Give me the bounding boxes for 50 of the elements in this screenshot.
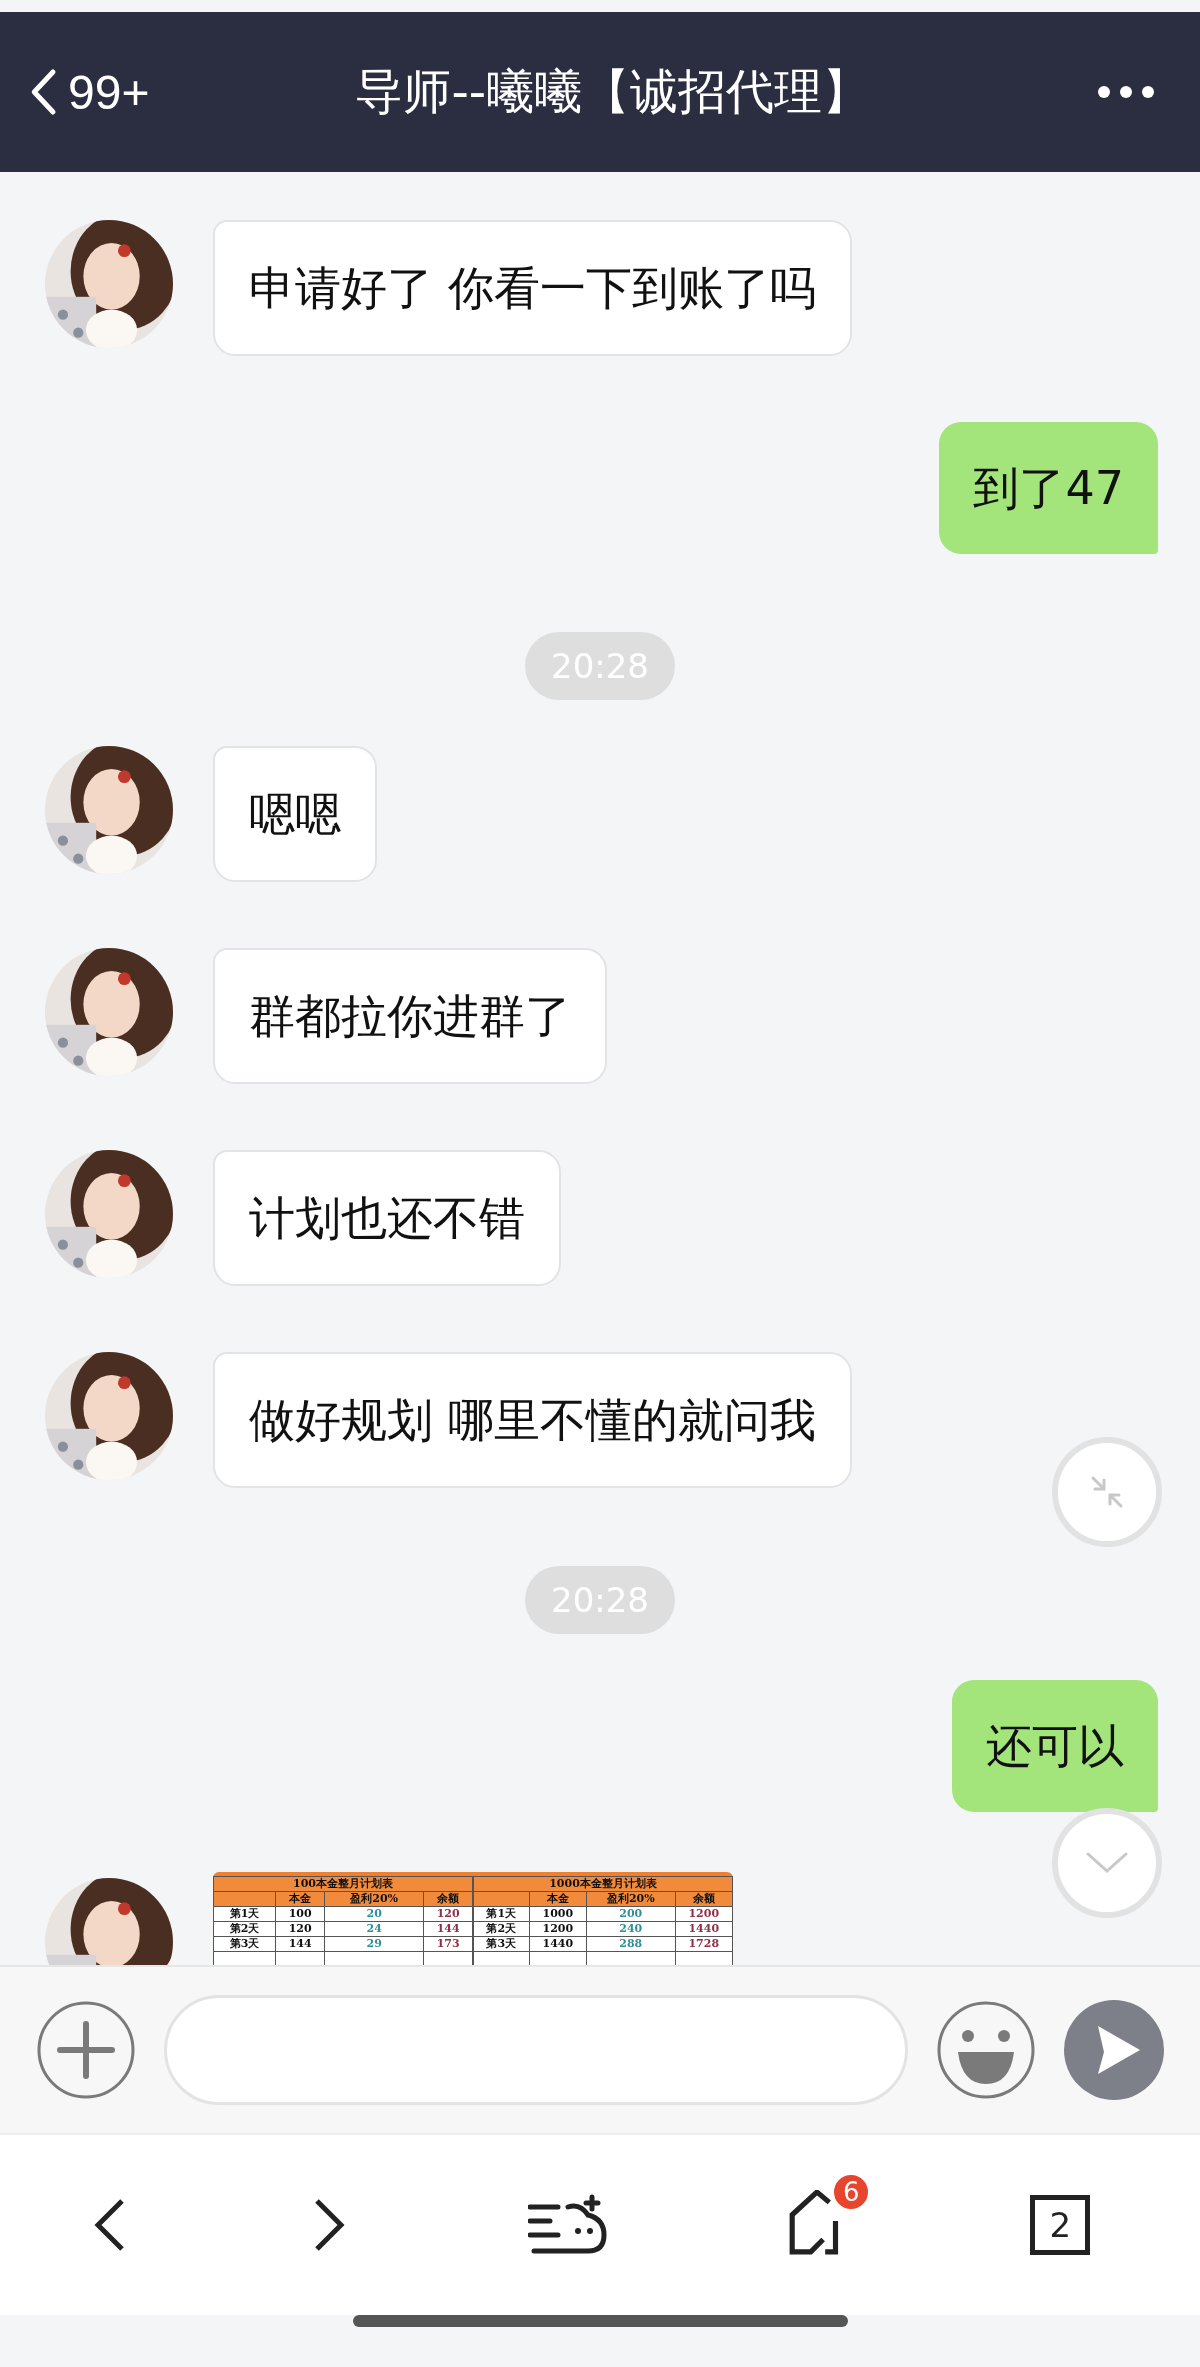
table-cell: 1440 bbox=[529, 1936, 587, 1952]
chevron-down-icon bbox=[1085, 1851, 1129, 1875]
table-cell: 120 bbox=[423, 1906, 473, 1922]
message-bubble: 还可以 bbox=[952, 1680, 1158, 1812]
column-header: 余额 bbox=[437, 1892, 460, 1905]
chat-title: 导师--曦曦【诚招代理】 bbox=[354, 62, 872, 121]
message-bubble: 计划也还不错 bbox=[213, 1150, 561, 1286]
table-cell: 144 bbox=[275, 1936, 325, 1952]
table-cell: 1200 bbox=[529, 1921, 587, 1937]
table-cell: 173 bbox=[423, 1936, 473, 1952]
table-cell: 144 bbox=[423, 1921, 473, 1937]
message-bubble: 申请好了 你看一下到账了吗 bbox=[213, 220, 852, 356]
table-cell: 第2天 bbox=[213, 1921, 276, 1937]
table-image[interactable]: 100本金整月计划表 本金 盈利20% 余额 第1天 100 20 120 第2天 120 24 144 第3天 144 29 173 1000本金整月计划表 本金 盈利20% 余额 第1天 1000 200 1200 第2天 1200 240 1440 第3天 1440 288 1728 bbox=[213, 1872, 733, 1965]
table-cell: 1200 bbox=[675, 1906, 733, 1922]
table-cell: 第1天 bbox=[473, 1906, 530, 1922]
table-title: 1000本金整月计划表 bbox=[473, 1876, 733, 1892]
message-bubble: 嗯嗯 bbox=[213, 746, 377, 882]
cloud-icon[interactable] bbox=[527, 2193, 608, 2257]
table-cell: 20 bbox=[324, 1906, 424, 1922]
table-cell: 1000 bbox=[529, 1906, 587, 1922]
table-cell: 第3天 bbox=[213, 1936, 276, 1952]
table-cell: 1728 bbox=[675, 1936, 733, 1952]
table-cell: 100 bbox=[275, 1906, 325, 1922]
column-header: 本金 bbox=[289, 1892, 312, 1905]
back-button[interactable]: 99+ bbox=[0, 64, 150, 120]
send-icon[interactable] bbox=[1064, 2000, 1164, 2100]
column-header: 盈利20% bbox=[350, 1892, 398, 1905]
table-cell: 29 bbox=[324, 1936, 424, 1952]
table-cell: 第3天 bbox=[473, 1936, 530, 1952]
table-cell: 240 bbox=[586, 1921, 676, 1937]
emoji-icon[interactable] bbox=[936, 2000, 1036, 2100]
unread-count: 99+ bbox=[68, 64, 150, 120]
add-icon[interactable] bbox=[36, 2000, 136, 2100]
table-cell: 1440 bbox=[675, 1921, 733, 1937]
message-bubble: 做好规划 哪里不懂的就问我 bbox=[213, 1352, 852, 1488]
column-header: 盈利20% bbox=[606, 1892, 655, 1905]
table-cell: 第2天 bbox=[473, 1921, 530, 1937]
column-header: 余额 bbox=[692, 1892, 715, 1905]
table-title: 100本金整月计划表 bbox=[213, 1876, 473, 1892]
column-header: 本金 bbox=[546, 1892, 569, 1905]
table-cell: 第1天 bbox=[213, 1906, 276, 1922]
message-bubble: 群都拉你进群了 bbox=[213, 948, 607, 1084]
table-cell: 288 bbox=[586, 1936, 676, 1952]
table-cell: 200 bbox=[586, 1906, 676, 1922]
table-cell: 24 bbox=[324, 1921, 424, 1937]
tabs-button[interactable]: 2 bbox=[1030, 2195, 1091, 2255]
more-icon[interactable] bbox=[1096, 84, 1156, 100]
message-bubble: 到了47 bbox=[939, 422, 1158, 554]
table-cell: 120 bbox=[275, 1921, 325, 1937]
